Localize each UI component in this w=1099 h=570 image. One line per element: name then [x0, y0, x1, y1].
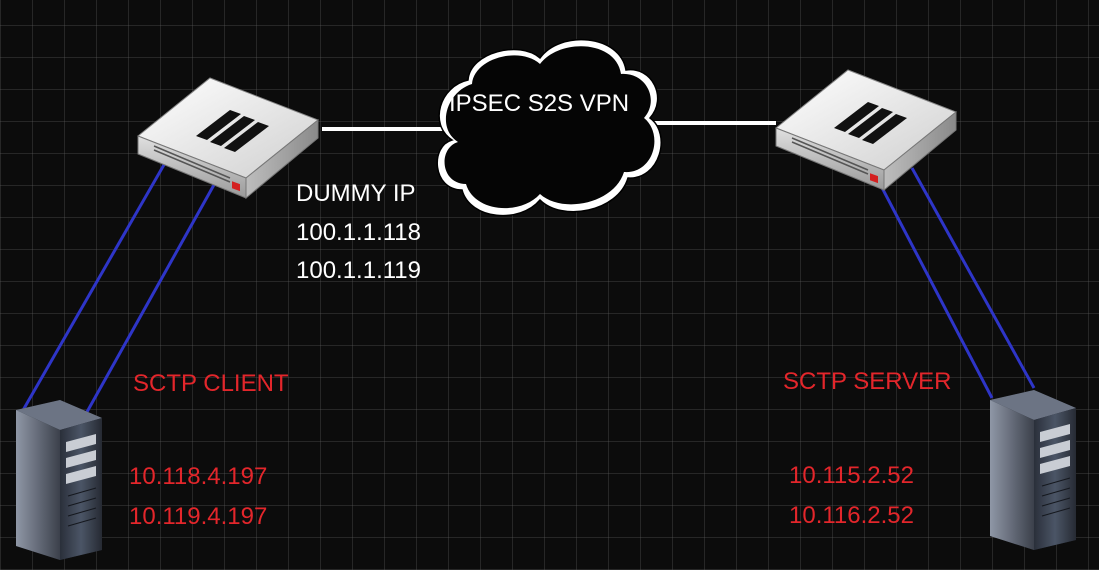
- server-tower-icon-left: [15, 399, 103, 561]
- client-ip-2: 10.119.4.197: [129, 503, 268, 530]
- firewall-icon-right: [775, 69, 957, 191]
- server-ip-2: 10.116.2.52: [789, 502, 915, 529]
- client-label: SCTP CLIENT: [133, 370, 289, 397]
- server-tower-icon-right: [989, 389, 1077, 551]
- cloud-icon: [436, 38, 662, 217]
- dummy-ip-2: 100.1.1.119: [296, 257, 422, 284]
- firewall-icon-left: [137, 77, 319, 199]
- dummy-ip-1: 100.1.1.118: [296, 219, 422, 246]
- dummy-ip-title: DUMMY IP: [296, 180, 416, 207]
- client-ip-1: 10.118.4.197: [129, 463, 268, 490]
- vpn-cloud-label: IPSEC S2S VPN: [449, 90, 630, 117]
- server-label: SCTP SERVER: [783, 368, 952, 395]
- server-ip-1: 10.115.2.52: [789, 462, 915, 489]
- network-diagram: IPSEC S2S VPN DUMMY IP 100.1.1.118 100.1…: [0, 0, 1099, 570]
